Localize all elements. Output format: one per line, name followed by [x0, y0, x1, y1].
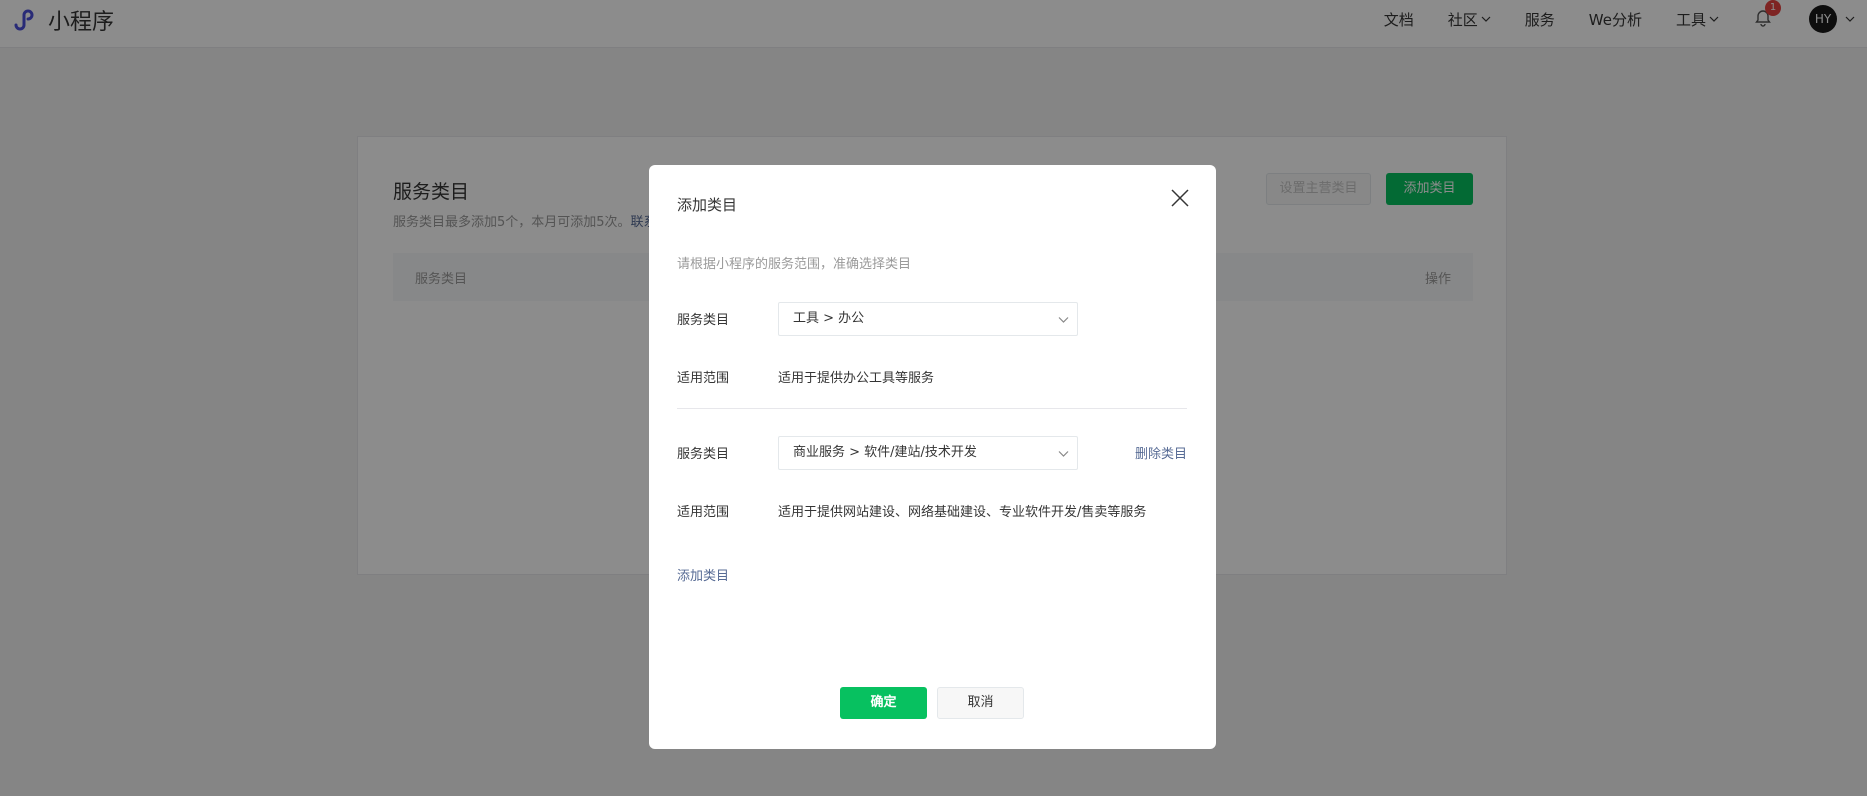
scope-value: 适用于提供网站建设、网络基础建设、专业软件开发/售卖等服务 — [778, 505, 1147, 520]
dialog-hint: 请根据小程序的服务范围，准确选择类目 — [677, 257, 912, 272]
category-label: 服务类目 — [677, 313, 730, 328]
close-icon — [1171, 189, 1189, 207]
category-select-value: 商业服务 > 软件/建站/技术开发 — [793, 445, 977, 460]
scope-value: 适用于提供办公工具等服务 — [778, 371, 935, 386]
scope-label: 适用范围 — [677, 371, 730, 386]
delete-category-link[interactable]: 删除类目 — [1135, 443, 1187, 462]
close-button[interactable] — [1169, 187, 1191, 209]
chevron-down-icon — [1058, 317, 1069, 323]
scope-label: 适用范围 — [677, 505, 730, 520]
category-select[interactable]: 工具 > 办公 — [778, 302, 1078, 336]
cancel-button[interactable]: 取消 — [937, 687, 1024, 719]
chevron-down-icon — [1058, 451, 1069, 457]
category-select-value: 工具 > 办公 — [793, 311, 865, 326]
entry-divider — [677, 408, 1187, 409]
category-label: 服务类目 — [677, 447, 730, 462]
category-select[interactable]: 商业服务 > 软件/建站/技术开发 — [778, 436, 1078, 470]
dialog-title: 添加类目 — [677, 196, 738, 214]
confirm-button[interactable]: 确定 — [840, 687, 927, 719]
add-category-dialog: 添加类目 请根据小程序的服务范围，准确选择类目 服务类目 工具 > 办公 适用范… — [649, 165, 1216, 749]
add-category-link[interactable]: 添加类目 — [677, 565, 729, 584]
